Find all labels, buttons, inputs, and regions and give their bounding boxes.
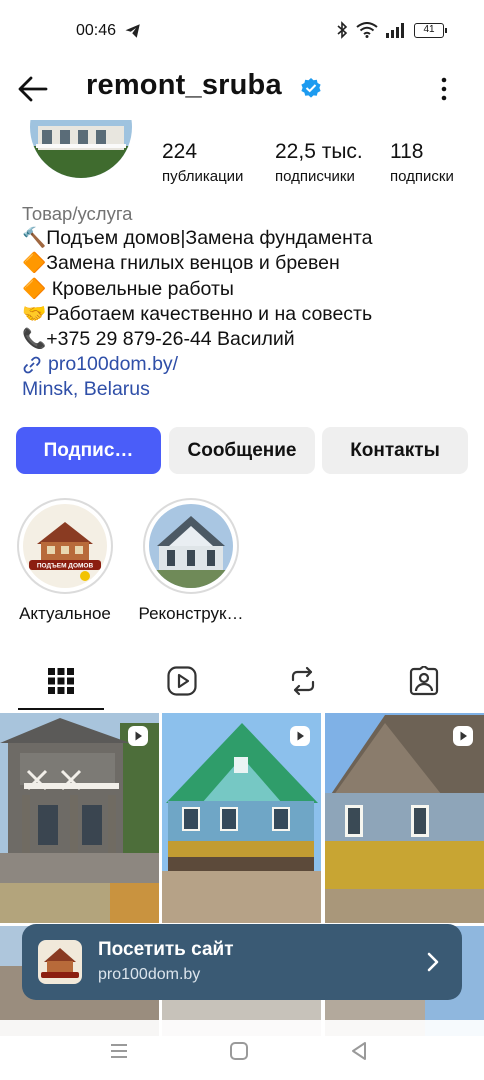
highlight-ring — [143, 498, 239, 594]
highlight-label: Актуальное — [19, 604, 111, 623]
bio-phone: 📞+375 29 879-26-44 Василий — [22, 328, 295, 351]
highlight-ring: ПОДЪЕМ ДОМОВ — [17, 498, 113, 594]
profile-avatar[interactable] — [30, 120, 132, 180]
chevron-right-icon — [427, 952, 439, 972]
reel-badge-icon — [128, 726, 148, 746]
follow-button[interactable]: Подпис… — [16, 427, 161, 474]
post-thumbnail[interactable] — [0, 713, 159, 923]
message-button[interactable]: Сообщение — [169, 427, 315, 474]
bluetooth-icon — [337, 21, 348, 39]
content-tabs — [0, 652, 484, 710]
status-time: 00:46 — [76, 22, 117, 39]
tab-reposts[interactable] — [242, 652, 363, 710]
visit-site-url: pro100dom.by — [98, 966, 201, 983]
visit-site-title: Посетить сайт — [98, 939, 234, 960]
back-nav-icon[interactable] — [348, 1040, 370, 1062]
bio-line: 🤝Работаем качественно и на совесть — [22, 302, 373, 325]
profile-header: remont_sruba — [0, 62, 484, 116]
visit-site-thumbnail — [38, 940, 82, 984]
tab-reels[interactable] — [121, 652, 242, 710]
reels-icon — [166, 666, 197, 696]
telegram-icon — [125, 24, 140, 38]
home-icon[interactable] — [228, 1040, 250, 1062]
contacts-button[interactable]: Контакты — [322, 427, 468, 474]
highlight-actual[interactable]: ПОДЪЕМ ДОМОВ Актуальное — [15, 498, 115, 623]
system-navigation-bar — [0, 1020, 484, 1080]
stat-followers[interactable]: 22,5 тыс. подписчики — [275, 140, 363, 185]
reel-badge-icon — [290, 726, 310, 746]
bio-line: 🔨Подъем домов|Замена фундамента — [22, 227, 373, 250]
link-icon — [23, 356, 41, 374]
highlight-reconstruction[interactable]: Реконструк… — [138, 498, 244, 623]
stat-following[interactable]: 118 подписки — [390, 140, 454, 185]
bio-line: 🔶Замена гнилых венцов и бревен — [22, 252, 340, 275]
stat-followers-label: подписчики — [275, 168, 355, 185]
bio-location[interactable]: Minsk, Belarus — [22, 377, 472, 402]
stat-posts-value: 224 — [162, 140, 198, 163]
stat-following-label: подписки — [390, 168, 454, 185]
back-arrow-icon[interactable] — [16, 72, 50, 106]
post-thumbnail[interactable] — [325, 713, 484, 923]
tab-tagged[interactable] — [363, 652, 484, 710]
grid-icon — [47, 668, 74, 694]
status-bar: 00:46 41 — [0, 0, 484, 60]
verified-badge-icon — [301, 78, 321, 98]
bio-website-text: pro100dom.by/ — [48, 353, 179, 376]
stat-posts[interactable]: 224 публикации — [162, 140, 243, 185]
visit-site-banner[interactable]: Посетить сайт pro100dom.by — [22, 924, 462, 1000]
post-thumbnail[interactable] — [162, 713, 321, 923]
profile-username: remont_sruba — [86, 69, 282, 101]
tab-posts-grid[interactable] — [0, 652, 121, 710]
stat-posts-label: публикации — [162, 168, 244, 185]
bio-website-link[interactable]: pro100dom.by/ — [22, 352, 472, 377]
status-indicators: 41 — [336, 21, 447, 39]
more-options-icon[interactable] — [434, 74, 454, 104]
highlight-label: Реконструк… — [138, 604, 244, 623]
highlight-cover — [149, 504, 233, 588]
signal-icon — [386, 22, 404, 38]
wifi-icon — [356, 22, 378, 38]
stat-following-value: 118 — [390, 140, 424, 163]
tagged-person-icon — [409, 666, 438, 696]
highlight-badge-text: ПОДЪЕМ ДОМОВ — [37, 563, 94, 570]
recent-apps-icon[interactable] — [108, 1040, 130, 1062]
profile-bio: Товар/услуга 🔨Подъем домов|Замена фундам… — [22, 201, 472, 403]
stat-followers-value: 22,5 тыс. — [275, 140, 363, 163]
active-tab-indicator — [18, 708, 104, 710]
bio-category: Товар/услуга — [22, 203, 133, 224]
repost-icon — [291, 666, 314, 696]
bio-line: 🔶 Кровельные работы — [22, 277, 234, 300]
highlight-cover: ПОДЪЕМ ДОМОВ — [23, 504, 107, 588]
reel-badge-icon — [453, 726, 473, 746]
battery-indicator: 41 — [414, 22, 447, 38]
